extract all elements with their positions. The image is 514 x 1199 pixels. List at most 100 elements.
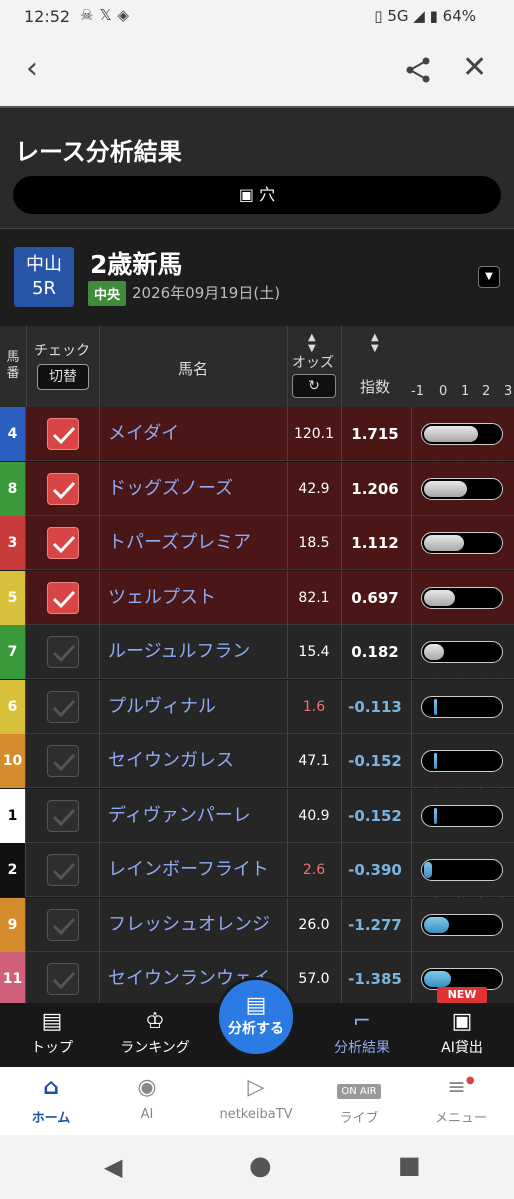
system-nav: ◀ ● ■ [0,1135,514,1199]
index-bar [421,477,503,500]
check-box[interactable] [47,472,79,505]
col-umaban: 馬番 [6,350,20,381]
check-box[interactable] [47,854,79,886]
check-box[interactable] [47,908,79,941]
nav-ai[interactable]: ◉ AI [102,1075,192,1122]
check-icon [52,808,76,826]
index-bar [421,532,503,554]
horse-name[interactable]: ディヴァンパーレ [108,789,251,843]
nav-menu[interactable]: ≡● メニュー [416,1075,506,1126]
category-tag: 中央 [88,281,127,306]
horse-name[interactable]: ツェルプスト [108,571,216,625]
check-icon [52,535,76,554]
mode-selector[interactable]: ▣ 穴 [13,176,501,214]
horse-name[interactable]: レインボーフライト [108,843,269,897]
dropdown-icon[interactable]: ▼ [478,266,500,288]
sort-index-icon[interactable]: ▲ ▼ [371,332,379,354]
umaban: 5 [0,570,26,625]
nav-label: AI [140,1107,154,1122]
index-bar-fill [424,480,467,497]
horse-name[interactable]: フレッシュオレンジ [108,898,270,952]
scale-tick: 2 [482,384,491,399]
check-box[interactable] [47,799,79,832]
tab-label: 分析結果 [334,1040,390,1056]
check-box[interactable] [47,581,79,614]
index-value: -0.152 [348,752,402,770]
tab-ranking[interactable]: ♔ ランキング [110,1003,200,1067]
check-box[interactable] [47,690,79,723]
sort-odds-icon[interactable]: ▲ ▼ [308,332,316,354]
nav-live[interactable]: ON AIR ライブ [314,1075,404,1126]
horse-name[interactable]: セイウンガレス [108,734,234,788]
table-row[interactable]: 8 ドッグズノーズ 42.9 1.206 [0,461,514,516]
umaban: 9 [0,897,26,952]
odds-value: 120.1 [293,426,335,442]
chip-icon: ▣ [451,1009,473,1034]
check-toggle-button[interactable]: 切替 [37,364,89,390]
signal-icon: ◢ [413,7,425,25]
nav-label: ホーム [31,1111,71,1126]
analyze-button[interactable]: ▤ 分析する [216,977,296,1057]
nav-tv[interactable]: ▷ netkeibaTV [210,1075,302,1122]
battery-icon: ▮ [429,7,438,25]
index-bar [421,641,503,663]
index-bar-fill [424,535,465,551]
horse-name[interactable]: メイダイ [108,407,179,461]
horse-name[interactable]: トパーズプレミア [108,516,251,570]
table-row[interactable]: 3 トパーズプレミア 18.5 1.112 [0,516,514,570]
analyze-icon: ▤ [245,993,267,1018]
refresh-icon[interactable]: ↻ [292,374,336,398]
tab-top[interactable]: ▤ トップ [20,1003,84,1067]
index-value: -1.277 [348,915,402,934]
check-box[interactable] [47,636,79,668]
table-row[interactable]: 6 プルヴィナル 1.6 -0.113 [0,679,514,734]
tab-label: ランキング [120,1040,190,1056]
table-header: 馬番 チェック 切替 馬名 ▲ ▼ オッズ ↻ ▲ ▼ 指数 -1 0 1 2 3 [0,326,514,407]
col-odds: オッズ [292,355,334,371]
back-nav-icon[interactable]: ◀ [104,1153,122,1181]
nav-home[interactable]: ⌂ ホーム [6,1075,96,1126]
venue-label: 中山 [26,254,62,275]
horse-name[interactable]: ルージュルフラン [108,625,250,679]
index-bar [421,695,503,718]
odds-value: 18.5 [298,535,330,551]
odds-value: 26.0 [298,916,330,933]
umaban: 8 [0,461,26,516]
new-badge: NEW [437,987,487,1003]
umaban: 11 [0,952,26,1003]
home-nav-icon[interactable]: ● [249,1151,272,1181]
analyze-label: 分析する [228,1021,284,1037]
race-info: 中山 5R 2歳新馬 中央 2026年09月19日(土) ▼ [0,228,514,326]
live-badge: ON AIR [337,1084,381,1099]
tab-result[interactable]: ⌐ 分析結果 [322,1003,402,1067]
check-box[interactable] [47,418,79,450]
status-bar: 12:52 ☠𝕏◈ ▯ 5G ◢ ▮ 64% [0,0,514,34]
recents-nav-icon[interactable]: ■ [398,1151,421,1179]
index-bar-fill [434,698,437,715]
umaban: 6 [0,679,26,734]
check-box[interactable] [47,963,79,995]
close-icon[interactable]: ✕ [462,50,487,85]
index-bar-fill [424,589,456,606]
table-row[interactable]: 5 ツェルプスト 82.1 0.697 [0,570,514,625]
table-row[interactable]: 10 セイウンガレス 47.1 -0.152 [0,734,514,788]
live-icon: ON AIR [314,1075,404,1107]
race-badge: 中山 5R [14,247,74,307]
check-box[interactable] [47,745,79,777]
table-row[interactable]: 2 レインボーフライト 2.6 -0.390 [0,843,514,897]
table-row[interactable]: 7 ルージュルフラン 15.4 0.182 [0,625,514,679]
index-bar-fill [424,426,478,442]
horse-name[interactable]: プルヴィナル [108,680,216,734]
table-row[interactable]: 9 フレッシュオレンジ 26.0 -1.277 [0,897,514,952]
check-box[interactable] [47,527,79,559]
horse-name[interactable]: ドッグズノーズ [108,462,233,516]
table-row[interactable]: 4 メイダイ 120.1 1.715 [0,407,514,461]
tab-ai[interactable]: ▣ AI貸出 [430,1003,494,1067]
check-icon [52,862,76,881]
scale-tick: -1 [411,384,424,399]
share-icon[interactable] [404,56,432,84]
back-icon[interactable]: ‹ [26,54,38,84]
index-bar [421,913,503,936]
table-row[interactable]: 1 ディヴァンパーレ 40.9 -0.152 [0,788,514,843]
index-bar [421,586,503,609]
